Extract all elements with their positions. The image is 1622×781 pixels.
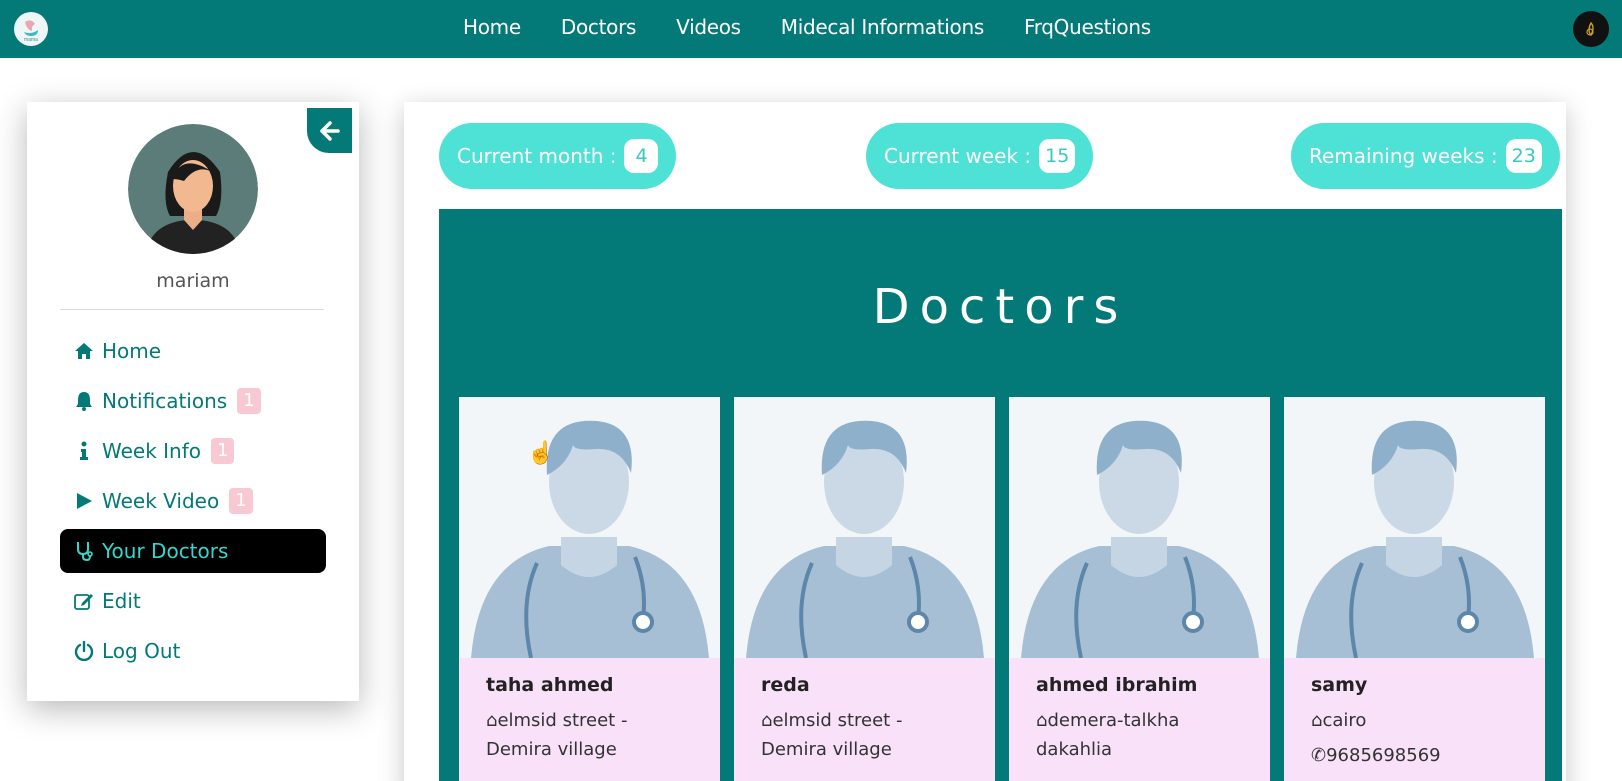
nav-link-faq[interactable]: FrqQuestions <box>1024 15 1151 39</box>
username: mariam <box>156 270 230 292</box>
sidebar-item-label: Log Out <box>102 639 181 663</box>
doctor-avatar-image <box>1284 397 1545 658</box>
top-navbar: mama Home Doctors Videos Midecal Informa… <box>0 0 1622 58</box>
nav-link-medical-info[interactable]: Midecal Informations <box>781 15 984 39</box>
current-month-value: 4 <box>624 139 659 173</box>
sidebar-item-label: Your Doctors <box>102 539 229 563</box>
power-icon <box>72 641 96 661</box>
nav-link-home[interactable]: Home <box>463 15 521 39</box>
current-month-pill: Current month : 4 <box>439 123 677 189</box>
bell-icon <box>72 391 96 411</box>
main-nav: Home Doctors Videos Midecal Informations… <box>463 0 1151 54</box>
collapse-sidebar-button[interactable] <box>307 108 352 153</box>
doctor-card[interactable]: taha ahmed ⌂elmsid street - Demira villa… <box>459 397 720 781</box>
arrow-left-icon <box>319 120 340 141</box>
sidebar-item-week-video[interactable]: Week Video 1 <box>60 479 326 523</box>
doctor-name: taha ahmed <box>486 674 614 696</box>
remaining-weeks-pill: Remaining weeks : 23 <box>1291 123 1560 189</box>
house-icon: ⌂ <box>761 710 773 731</box>
current-month-label: Current month : <box>457 144 617 168</box>
house-icon: ⌂ <box>486 710 498 731</box>
doctors-title: Doctors <box>872 279 1129 335</box>
doctor-name: reda <box>761 674 810 696</box>
hand-cursor-icon: ☝ <box>527 440 555 465</box>
doctor-avatar-image <box>1009 397 1270 658</box>
nav-link-doctors[interactable]: Doctors <box>561 15 637 39</box>
doctor-card-body: ahmed ibrahim ⌂demera-talkha dakahlia <box>1009 658 1270 781</box>
doctor-name: samy <box>1311 674 1368 696</box>
main-content: Current month : 4 Current week : 15 Rema… <box>404 102 1566 781</box>
doctor-card[interactable]: ahmed ibrahim ⌂demera-talkha dakahlia <box>1009 397 1270 781</box>
doctor-address: ⌂elmsid street - Demira village <box>486 710 628 760</box>
current-week-label: Current week : <box>884 144 1032 168</box>
doctors-card-list: taha ahmed ⌂elmsid street - Demira villa… <box>459 397 1545 781</box>
current-week-pill: Current week : 15 <box>866 123 1094 189</box>
sidebar-item-home[interactable]: Home <box>60 329 326 373</box>
sidebar-item-notifications[interactable]: Notifications 1 <box>60 379 326 423</box>
sidebar-item-label: Home <box>102 339 162 363</box>
doctor-card[interactable]: reda ⌂elmsid street - Demira village <box>734 397 995 781</box>
info-icon <box>72 441 96 461</box>
sidebar-item-your-doctors[interactable]: Your Doctors <box>60 529 326 573</box>
doctor-card-body: taha ahmed ⌂elmsid street - Demira villa… <box>459 658 720 781</box>
doctors-panel: Doctors taha ahmed ⌂elmsid street - Demi… <box>439 209 1562 781</box>
home-icon <box>72 342 96 360</box>
doctor-card-body: samy ⌂cairo ✆9685698569 <box>1284 658 1545 781</box>
remaining-weeks-label: Remaining weeks : <box>1309 144 1498 168</box>
notification-badge: 1 <box>237 388 261 414</box>
avatar <box>128 124 258 254</box>
doctor-avatar-image <box>734 397 995 658</box>
doctor-address: ⌂demera-talkha dakahlia <box>1036 710 1180 760</box>
sidebar-item-label: Notifications <box>102 389 228 413</box>
nav-link-videos[interactable]: Videos <box>676 15 741 39</box>
doctor-card-body: reda ⌂elmsid street - Demira village <box>734 658 995 781</box>
sidebar-item-label: Edit <box>102 589 141 613</box>
edit-icon <box>72 592 96 610</box>
house-icon: ⌂ <box>1311 710 1323 731</box>
profile-sidebar: mariam Home Notifications 1 Week Info 1 <box>27 102 359 701</box>
current-week-value: 15 <box>1039 139 1076 173</box>
play-icon <box>72 492 96 510</box>
remaining-weeks-value: 23 <box>1505 139 1542 173</box>
doctor-address: ⌂cairo <box>1311 710 1367 731</box>
user-menu-icon[interactable] <box>1573 11 1609 47</box>
week-info-badge: 1 <box>211 438 235 464</box>
sidebar-item-edit[interactable]: Edit <box>60 579 326 623</box>
doctor-avatar-image <box>459 397 720 658</box>
week-video-badge: 1 <box>229 488 253 514</box>
doctor-card[interactable]: samy ⌂cairo ✆9685698569 <box>1284 397 1545 781</box>
sidebar-item-label: Week Info <box>102 439 202 463</box>
house-icon: ⌂ <box>1036 710 1048 731</box>
doctor-address: ⌂elmsid street - Demira village <box>761 710 903 760</box>
sidebar-item-logout[interactable]: Log Out <box>60 629 326 673</box>
doctor-name: ahmed ibrahim <box>1036 674 1198 696</box>
sidebar-item-week-info[interactable]: Week Info 1 <box>60 429 326 473</box>
doctor-phone: ✆9685698569 <box>1311 745 1441 766</box>
phone-icon: ✆ <box>1311 745 1327 766</box>
sidebar-menu: Home Notifications 1 Week Info 1 Week Vi… <box>60 329 326 679</box>
svg-text:mama: mama <box>24 37 38 43</box>
divider <box>60 309 324 310</box>
sidebar-item-label: Week Video <box>102 489 220 513</box>
stethoscope-icon <box>72 541 96 561</box>
app-logo[interactable]: mama <box>14 12 48 46</box>
